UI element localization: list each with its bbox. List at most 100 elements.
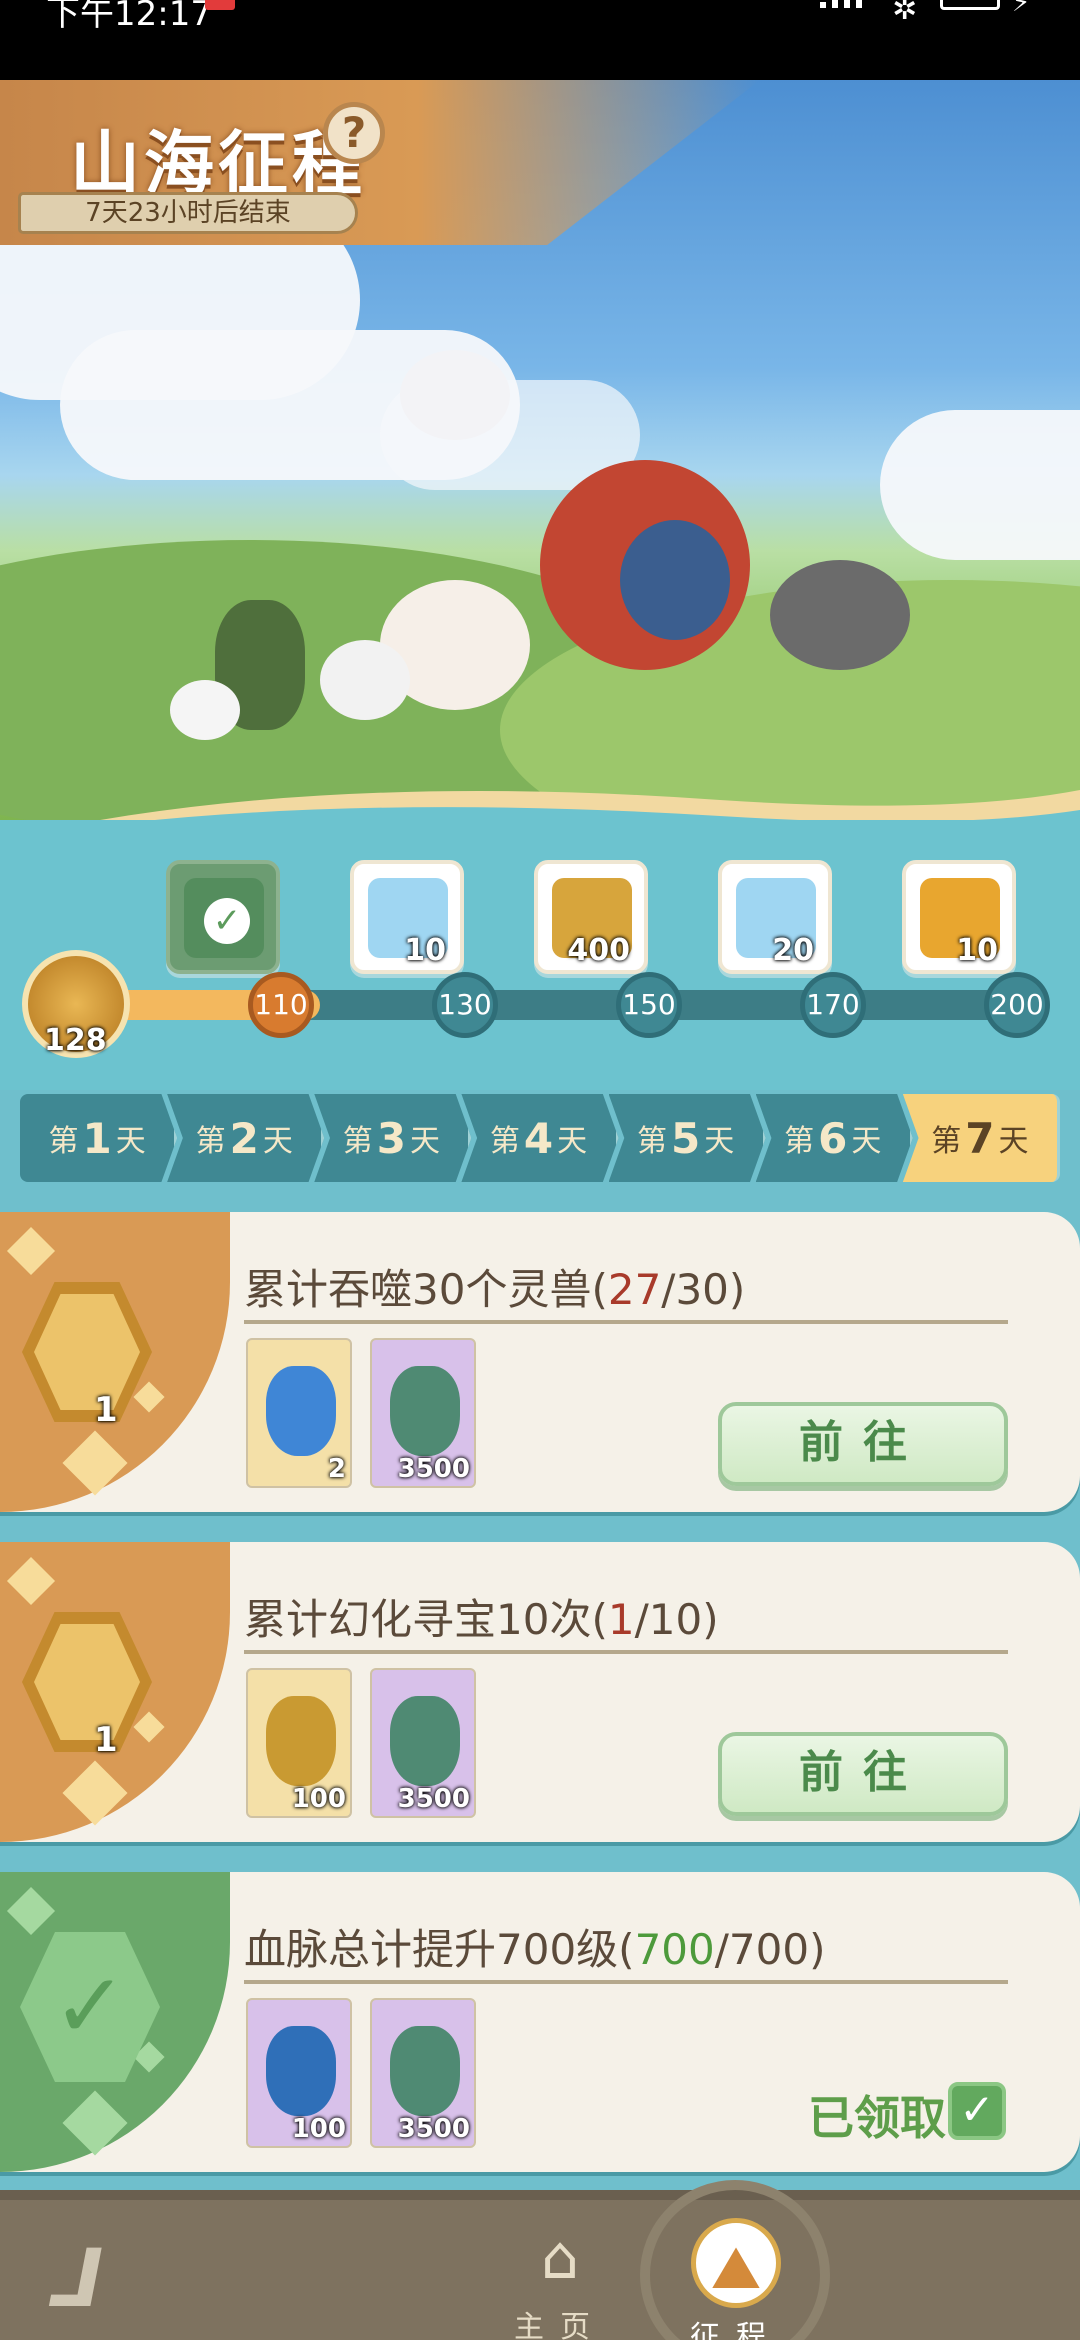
claimed-checkbox-icon: ✓	[948, 2082, 1006, 2140]
day-number: 2	[229, 1113, 259, 1163]
milestone-reward-4[interactable]: 20	[718, 860, 832, 974]
tab-day-1[interactable]: 第1天	[20, 1094, 178, 1182]
task-title-text: 累计吞噬30个灵兽	[244, 1265, 592, 1314]
milestone-node: 150	[616, 972, 682, 1038]
bottom-nav: ⅃ ⌂ 主页 ⛰ 征程	[0, 2180, 1080, 2340]
day-number: 3	[376, 1113, 406, 1163]
event-banner: 山海征程 ? 7天23小时后结束	[0, 80, 1080, 840]
day-suffix: 天	[704, 1124, 735, 1159]
go-button[interactable]: 前往	[718, 1732, 1008, 1816]
milestone-reward-5[interactable]: 10	[902, 860, 1016, 974]
day-suffix: 天	[998, 1124, 1029, 1159]
item-quantity: 3500	[397, 1784, 470, 1814]
jade-leaf-icon	[390, 1366, 460, 1456]
reward-item[interactable]: 100	[246, 1998, 352, 2148]
divider	[244, 1650, 1008, 1654]
day-suffix: 天	[851, 1124, 882, 1159]
task-progress-current: 27	[607, 1265, 662, 1314]
day-prefix: 第	[637, 1124, 668, 1159]
milestone-reward-2[interactable]: 10	[350, 860, 464, 974]
status-time: 下午12:17	[46, 0, 212, 34]
claimed-check-icon: ✓	[204, 898, 250, 944]
notification-icon	[205, 0, 235, 10]
reward-item[interactable]: 3500	[370, 1338, 476, 1488]
day-number: 1	[82, 1113, 112, 1163]
milestone-node: 130	[432, 972, 498, 1038]
task-title: 累计幻化寻宝10次(1/10)	[244, 1595, 719, 1644]
jade-leaf-icon	[390, 1696, 460, 1786]
item-quantity: 3500	[397, 2114, 470, 2144]
day-prefix: 第	[489, 1124, 520, 1159]
wifi-icon: ✲	[892, 0, 918, 27]
task-reward-points: 1	[94, 1390, 118, 1430]
day-suffix: 天	[557, 1124, 588, 1159]
day-number: 6	[818, 1113, 848, 1163]
tab-day-6[interactable]: 第6天	[755, 1094, 913, 1182]
divider	[244, 1320, 1008, 1324]
points-medal-icon: 128	[22, 950, 130, 1058]
task-title-text: 累计幻化寻宝10次	[244, 1595, 592, 1644]
tab-day-5[interactable]: 第5天	[608, 1094, 766, 1182]
milestone-progress: ✓ 10 400 20 10 110 130 150 170 200 128	[0, 820, 1080, 1090]
beast-armor	[620, 520, 730, 640]
jade-leaf-icon	[390, 2026, 460, 2116]
help-button[interactable]: ?	[323, 102, 385, 164]
go-button[interactable]: 前往	[718, 1402, 1008, 1486]
nav-home[interactable]: ⌂ 主页	[500, 2218, 620, 2340]
day-suffix: 天	[409, 1124, 440, 1159]
event-countdown: 7天23小时后结束	[18, 192, 358, 234]
white-fox-creature	[320, 640, 410, 720]
day-number: 7	[965, 1113, 995, 1163]
tab-day-7[interactable]: 第7天	[902, 1094, 1060, 1182]
milestone-reward-3[interactable]: 400	[534, 860, 648, 974]
tab-day-3[interactable]: 第3天	[314, 1094, 472, 1182]
reward-count: 400	[567, 933, 630, 968]
charging-icon: ⚡	[1012, 0, 1031, 18]
reward-item[interactable]: 3500	[370, 1998, 476, 2148]
task-progress-total: 30	[675, 1265, 729, 1314]
reward-item[interactable]: 100	[246, 1668, 352, 1818]
gold-leaf-icon	[266, 1696, 336, 1786]
day-suffix: 天	[115, 1124, 146, 1159]
task-progress-current: 700	[634, 1925, 715, 1974]
nav-label: 征程	[690, 2320, 782, 2340]
task-title: 血脉总计提升700级(700/700)	[244, 1925, 826, 1974]
day-suffix: 天	[262, 1124, 293, 1159]
status-bar: 下午12:17 ✲ ⚡	[0, 0, 1080, 80]
task-title-text: 血脉总计提升700级	[244, 1925, 619, 1974]
tab-day-2[interactable]: 第2天	[167, 1094, 325, 1182]
app-logo-icon: ⅃	[48, 2232, 99, 2325]
divider	[244, 1980, 1008, 1984]
cloud	[880, 410, 1080, 560]
rhino-creature	[770, 560, 910, 670]
task-title: 累计吞噬30个灵兽(27/30)	[244, 1265, 746, 1314]
task-progress-total: 10	[648, 1595, 703, 1644]
day-prefix: 第	[342, 1124, 373, 1159]
task-card: 血脉总计提升700级(700/700) 100 3500 已领取 ✓	[0, 1872, 1080, 2172]
milestone-node: 200	[984, 972, 1050, 1038]
reward-item[interactable]: 3500	[370, 1668, 476, 1818]
home-icon: ⌂	[540, 2223, 580, 2293]
reward-count: 10	[956, 933, 998, 968]
claimed-label: 已领取	[808, 2091, 946, 2145]
battery-icon	[940, 0, 1000, 10]
task-progress-current: 1	[607, 1595, 635, 1644]
nav-journey[interactable]: ⛰ 征程	[676, 2218, 796, 2340]
milestone-reward-1[interactable]: ✓	[166, 860, 280, 974]
task-card: 1 累计吞噬30个灵兽(27/30) 2 3500 前往	[0, 1212, 1080, 1512]
item-quantity: 100	[291, 1784, 346, 1814]
milestone-node: 110	[248, 972, 314, 1038]
reward-item[interactable]: 2	[246, 1338, 352, 1488]
signal-icon	[820, 0, 862, 8]
tab-day-4[interactable]: 第4天	[461, 1094, 619, 1182]
blue-vase-icon	[266, 1366, 336, 1456]
blue-gem-icon	[266, 2026, 336, 2116]
current-points: 128	[44, 1023, 107, 1058]
item-quantity: 2	[327, 1454, 346, 1484]
journey-icon: ⛰	[691, 2218, 781, 2308]
day-number: 5	[671, 1113, 701, 1163]
small-fox-creature	[170, 680, 240, 740]
day-number: 4	[523, 1113, 554, 1163]
task-progress-total: 700	[728, 1925, 810, 1974]
nav-label: 主页	[514, 2310, 606, 2340]
